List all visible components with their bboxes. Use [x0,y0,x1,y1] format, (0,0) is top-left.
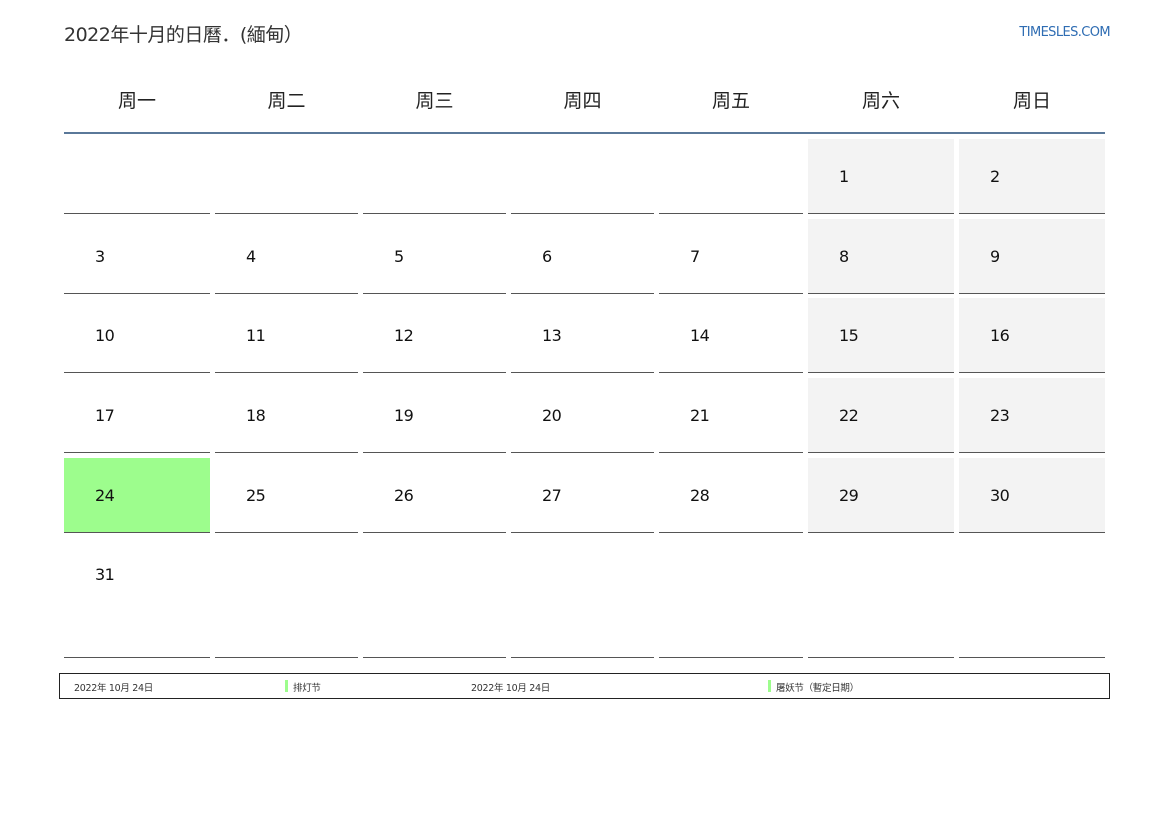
holiday-date: 2022年 10月 24日 [74,683,153,694]
calendar-day-cell[interactable]: 24 [64,458,210,533]
day-number: 16 [990,326,1010,345]
calendar-day-cell[interactable]: 21 [659,378,803,453]
calendar-day-cell[interactable]: 25 [215,458,358,533]
day-number: 2 [990,167,1000,186]
weekday-sun: 周日 [1012,90,1051,112]
calendar-day-cell[interactable]: 30 [959,458,1105,533]
calendar-day-cell[interactable]: 31 [64,537,210,658]
calendar-day-cell[interactable]: 29 [808,458,954,533]
calendar-day-cell[interactable]: 11 [215,298,358,373]
weekday-tue: 周二 [267,90,306,112]
calendar-day-cell[interactable]: 22 [808,378,954,453]
day-number: 10 [95,326,115,345]
weekday-header-row: 周一 周二 周三 周四 周五 周六 周日 [64,80,1105,134]
day-number: 12 [394,326,414,345]
calendar-day-cell[interactable]: 10 [64,298,210,373]
day-number: 14 [690,326,710,345]
calendar-empty-cell [808,537,954,658]
calendar-day-cell[interactable]: 6 [511,219,654,294]
day-number: 15 [839,326,859,345]
calendar-day-cell[interactable]: 8 [808,219,954,294]
day-number: 8 [839,247,849,266]
day-number: 7 [690,247,700,266]
day-number: 29 [839,486,859,505]
day-number: 9 [990,247,1000,266]
calendar-empty-cell [659,139,803,214]
calendar-empty-cell [659,537,803,658]
calendar-day-cell[interactable]: 17 [64,378,210,453]
calendar-day-cell[interactable]: 27 [511,458,654,533]
calendar-empty-cell [363,139,506,214]
weekday-fri: 周五 [711,90,750,112]
day-number: 24 [95,486,115,505]
calendar-day-cell[interactable]: 14 [659,298,803,373]
day-number: 19 [394,406,414,425]
calendar-day-cell[interactable]: 9 [959,219,1105,294]
day-number: 21 [690,406,710,425]
calendar-day-cell[interactable]: 23 [959,378,1105,453]
calendar-day-cell[interactable]: 13 [511,298,654,373]
holiday-list: 2022年 10月 24日 排灯节 2022年 10月 24日 屠妖节（暫定日期… [59,673,1110,699]
day-number: 28 [690,486,710,505]
weekday-thu: 周四 [563,90,602,112]
day-number: 3 [95,247,105,266]
weekday-mon: 周一 [117,90,156,112]
holiday-color-marker [285,680,288,692]
day-number: 5 [394,247,404,266]
calendar-day-cell[interactable]: 18 [215,378,358,453]
day-number: 6 [542,247,552,266]
calendar-empty-cell [215,537,358,658]
calendar-day-cell[interactable]: 19 [363,378,506,453]
calendar-day-cell[interactable]: 1 [808,139,954,214]
calendar-empty-cell [511,537,654,658]
calendar-day-cell[interactable]: 16 [959,298,1105,373]
page-title: 2022年十月的日曆．(緬甸） [64,24,303,46]
day-number: 11 [246,326,266,345]
day-number: 30 [990,486,1010,505]
calendar-empty-cell [215,139,358,214]
calendar-day-cell[interactable]: 3 [64,219,210,294]
holiday-name: 排灯节 [293,683,321,694]
calendar-day-cell[interactable]: 26 [363,458,506,533]
weekday-wed: 周三 [415,90,454,112]
day-number: 18 [246,406,266,425]
weekday-sat: 周六 [861,90,900,112]
calendar-day-cell[interactable]: 7 [659,219,803,294]
holiday-name: 屠妖节（暫定日期） [776,683,859,694]
calendar-empty-cell [959,537,1105,658]
day-number: 20 [542,406,562,425]
calendar-empty-cell [64,139,210,214]
day-number: 27 [542,486,562,505]
calendar-empty-cell [511,139,654,214]
calendar-day-cell[interactable]: 15 [808,298,954,373]
calendar-day-cell[interactable]: 12 [363,298,506,373]
calendar-day-cell[interactable]: 4 [215,219,358,294]
holiday-color-marker [768,680,771,692]
day-number: 23 [990,406,1010,425]
calendar-day-cell[interactable]: 2 [959,139,1105,214]
site-link[interactable]: TIMESLES.COM [1019,25,1110,40]
day-number: 13 [542,326,562,345]
day-number: 25 [246,486,266,505]
day-number: 22 [839,406,859,425]
holiday-date: 2022年 10月 24日 [471,683,550,694]
calendar-empty-cell [363,537,506,658]
day-number: 17 [95,406,115,425]
day-number: 26 [394,486,414,505]
calendar-day-cell[interactable]: 5 [363,219,506,294]
day-number: 1 [839,167,849,186]
day-number: 4 [246,247,256,266]
calendar-day-cell[interactable]: 28 [659,458,803,533]
day-number: 31 [95,565,115,584]
calendar-day-cell[interactable]: 20 [511,378,654,453]
